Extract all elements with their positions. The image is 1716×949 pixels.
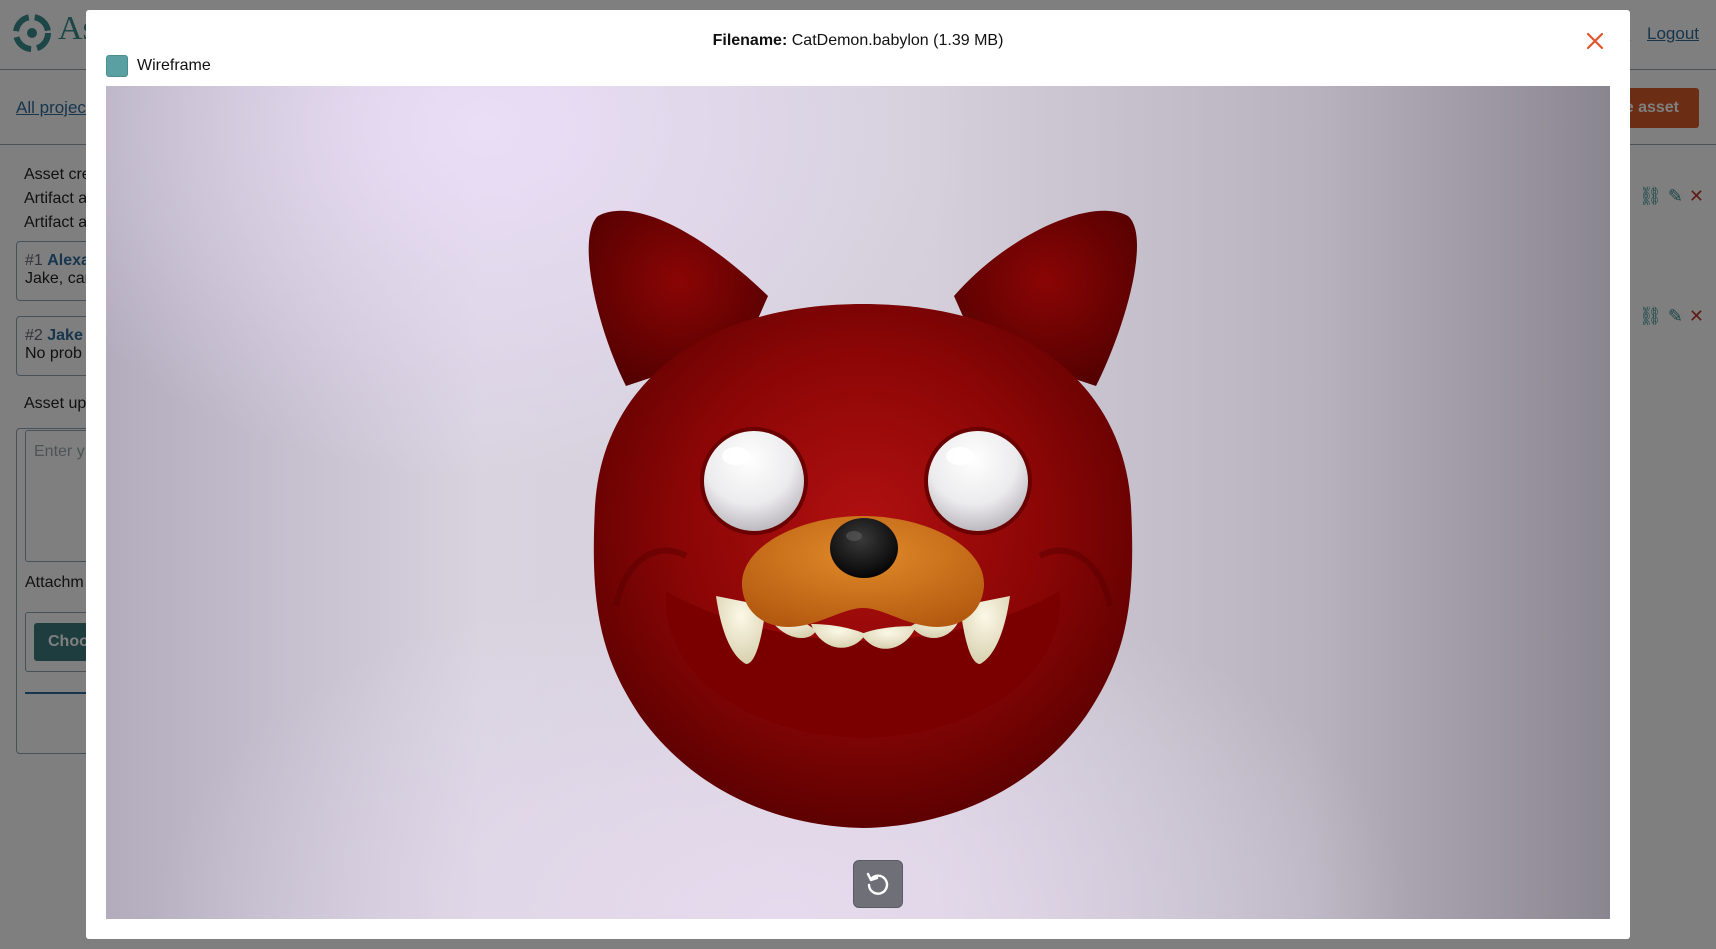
asset-preview-modal: Filename: CatDemon.babylon (1.39 MB) Wir…	[86, 10, 1630, 939]
modal-title: Filename: CatDemon.babylon (1.39 MB)	[86, 32, 1630, 50]
reset-view-icon	[866, 872, 889, 895]
wireframe-toggle[interactable]: Wireframe	[106, 54, 211, 78]
close-icon	[1586, 32, 1604, 50]
3d-viewport[interactable]	[106, 86, 1610, 919]
close-button[interactable]	[1582, 28, 1608, 54]
filename-value: CatDemon.babylon (1.39 MB)	[791, 32, 1004, 49]
wireframe-checkbox[interactable]	[106, 55, 128, 77]
wireframe-label: Wireframe	[137, 57, 211, 74]
cat-demon-model	[588, 210, 1137, 828]
filename-label: Filename:	[712, 32, 788, 49]
reset-view-button[interactable]	[853, 860, 903, 908]
